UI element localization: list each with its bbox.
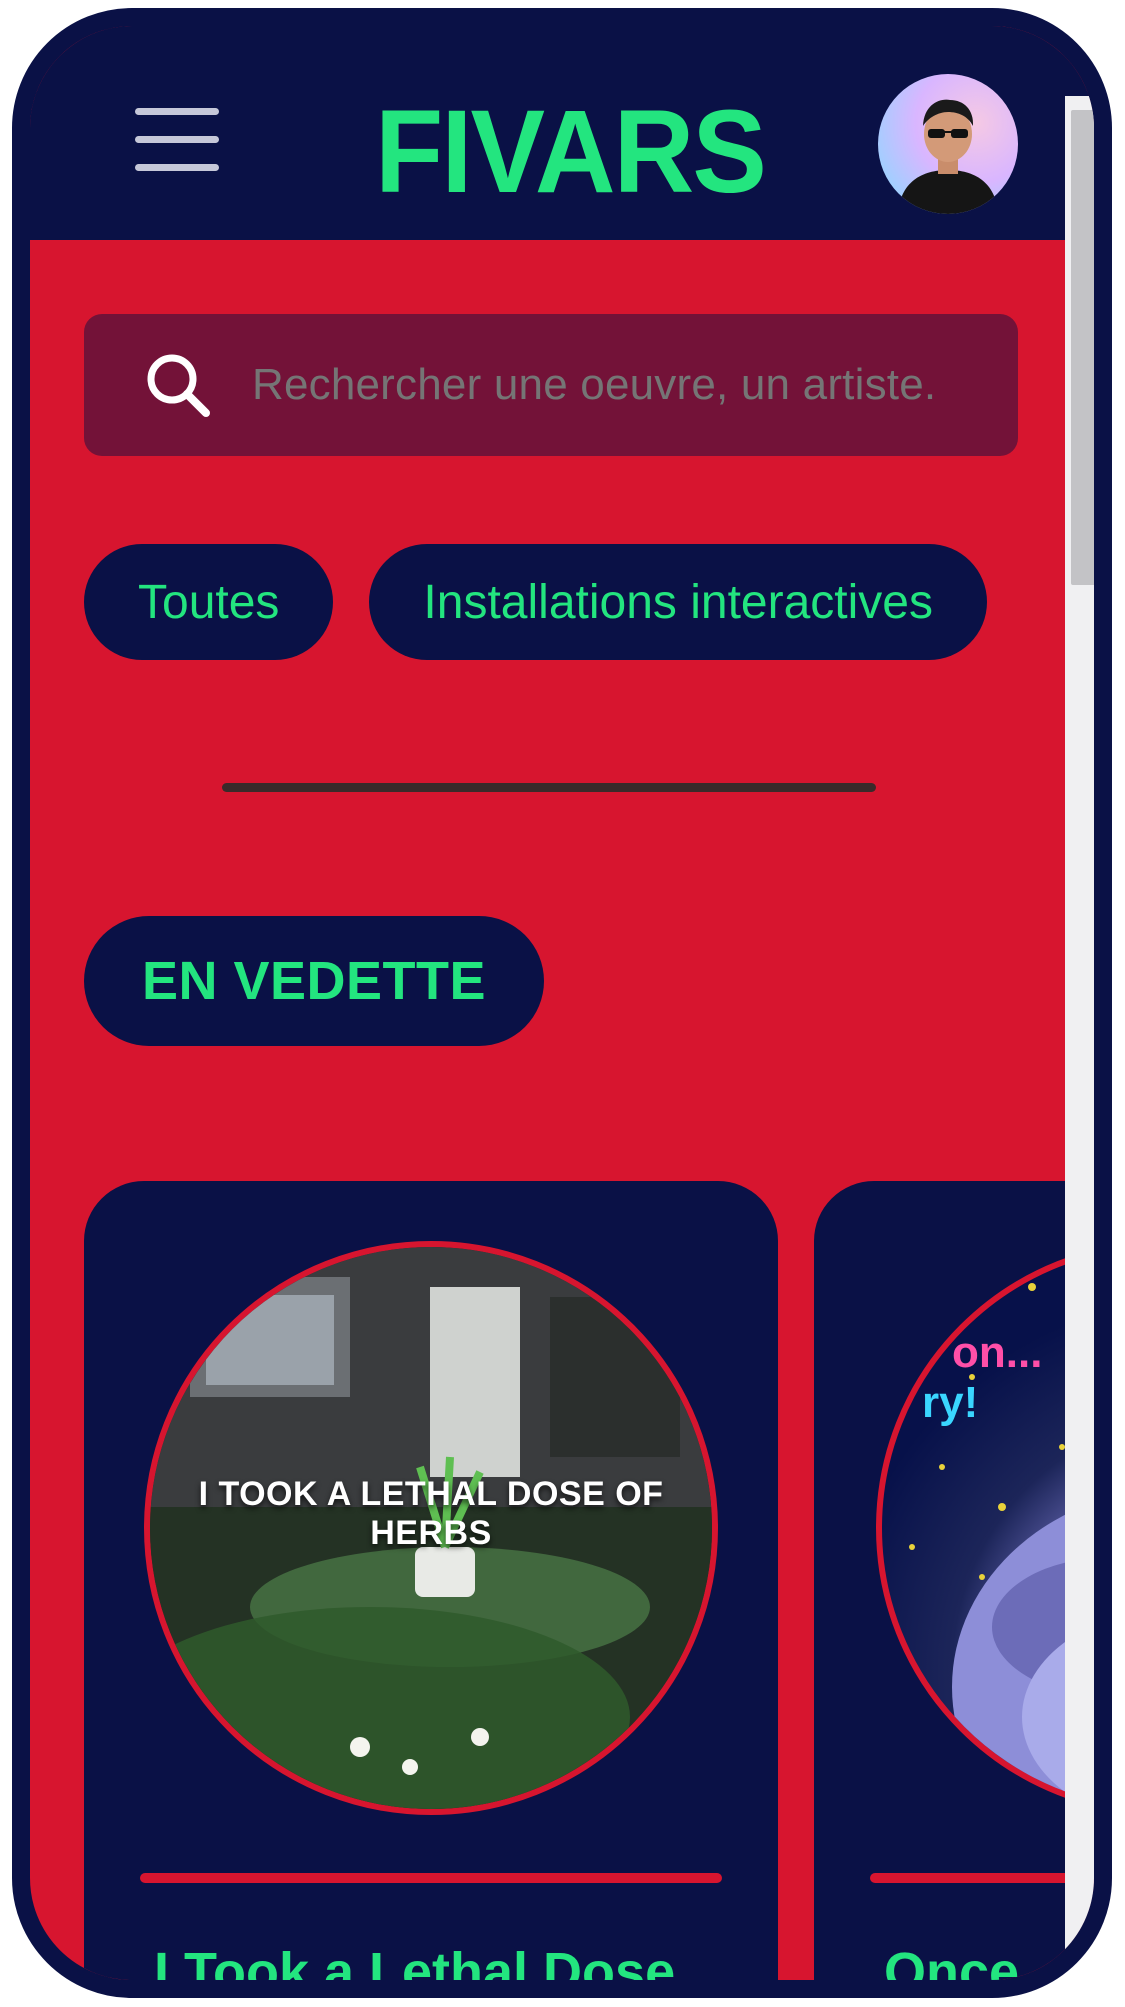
filter-chip-toutes[interactable]: Toutes — [84, 544, 334, 660]
user-avatar[interactable] — [878, 74, 1018, 214]
scrollbar-thumb[interactable] — [1071, 110, 1094, 585]
avatar-portrait — [898, 99, 998, 214]
search-input[interactable] — [250, 359, 1018, 411]
card-accent-line — [140, 1873, 722, 1883]
vertical-scrollbar[interactable] — [1065, 96, 1094, 1980]
svg-text:ry!: ry! — [922, 1378, 978, 1427]
svg-text:on...: on... — [952, 1328, 1042, 1377]
logo-text: FIVARS — [375, 96, 765, 206]
phone-frame: FIVARS Toutes Installations interactives — [12, 8, 1112, 1998]
top-header: FIVARS — [30, 26, 1094, 240]
fivars-logo[interactable]: FIVARS — [370, 96, 770, 206]
filter-chip-installations-interactives[interactable]: Installations interactives — [369, 544, 987, 660]
search-icon — [147, 354, 210, 417]
artwork-image[interactable]: I TOOK A LETHAL DOSE OF HERBS — [144, 1241, 718, 1815]
menu-line — [135, 108, 219, 115]
hamburger-menu-icon[interactable] — [135, 108, 219, 174]
filter-chips: Toutes Installations interactives — [84, 544, 987, 660]
artwork-card[interactable]: I TOOK A LETHAL DOSE OF HERBS I Took a L… — [84, 1181, 778, 1980]
section-divider — [222, 783, 876, 792]
menu-line — [135, 164, 219, 171]
artwork-title[interactable]: I Took a Lethal Dose — [154, 1941, 758, 1980]
menu-line — [135, 136, 219, 143]
featured-heading: EN VEDETTE — [84, 916, 544, 1046]
artwork-image-caption: I TOOK A LETHAL DOSE OF HERBS — [198, 1475, 664, 1552]
search-bar[interactable] — [84, 314, 1018, 456]
logo-graphic: FIVARS — [375, 96, 767, 206]
